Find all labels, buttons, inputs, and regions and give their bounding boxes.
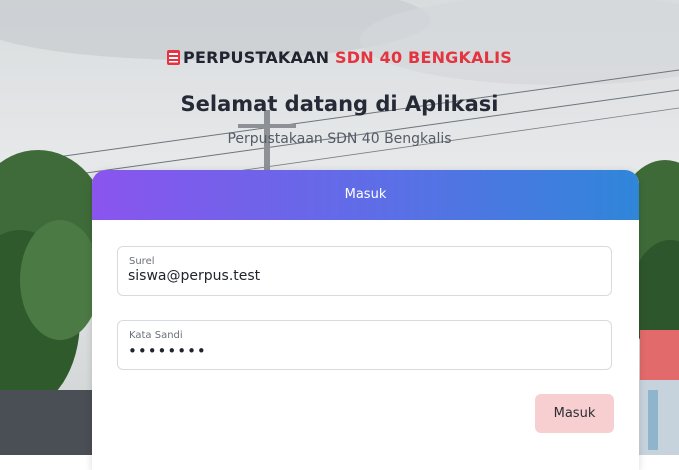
book-icon bbox=[167, 50, 181, 65]
login-button[interactable]: Masuk bbox=[535, 394, 614, 433]
email-field[interactable]: Surel bbox=[117, 246, 612, 296]
password-label: Kata Sandi bbox=[129, 330, 183, 341]
password-field[interactable]: Kata Sandi bbox=[117, 320, 612, 370]
login-card-header: Masuk bbox=[92, 170, 639, 220]
email-label: Surel bbox=[129, 256, 155, 267]
welcome-subtitle: Perpustakaan SDN 40 Bengkalis bbox=[227, 131, 452, 147]
email-input[interactable] bbox=[128, 268, 598, 284]
login-card: Masuk Surel Kata Sandi Masuk bbox=[92, 170, 639, 470]
app-brand: PERPUSTAKAAN SDN 40 BENGKALIS bbox=[0, 48, 679, 67]
brand-name-accent: SDN 40 BENGKALIS bbox=[335, 48, 512, 67]
password-input[interactable] bbox=[128, 342, 598, 360]
brand-name-primary: PERPUSTAKAAN bbox=[183, 48, 330, 67]
welcome-title: Selamat datang di Aplikasi bbox=[180, 92, 499, 116]
